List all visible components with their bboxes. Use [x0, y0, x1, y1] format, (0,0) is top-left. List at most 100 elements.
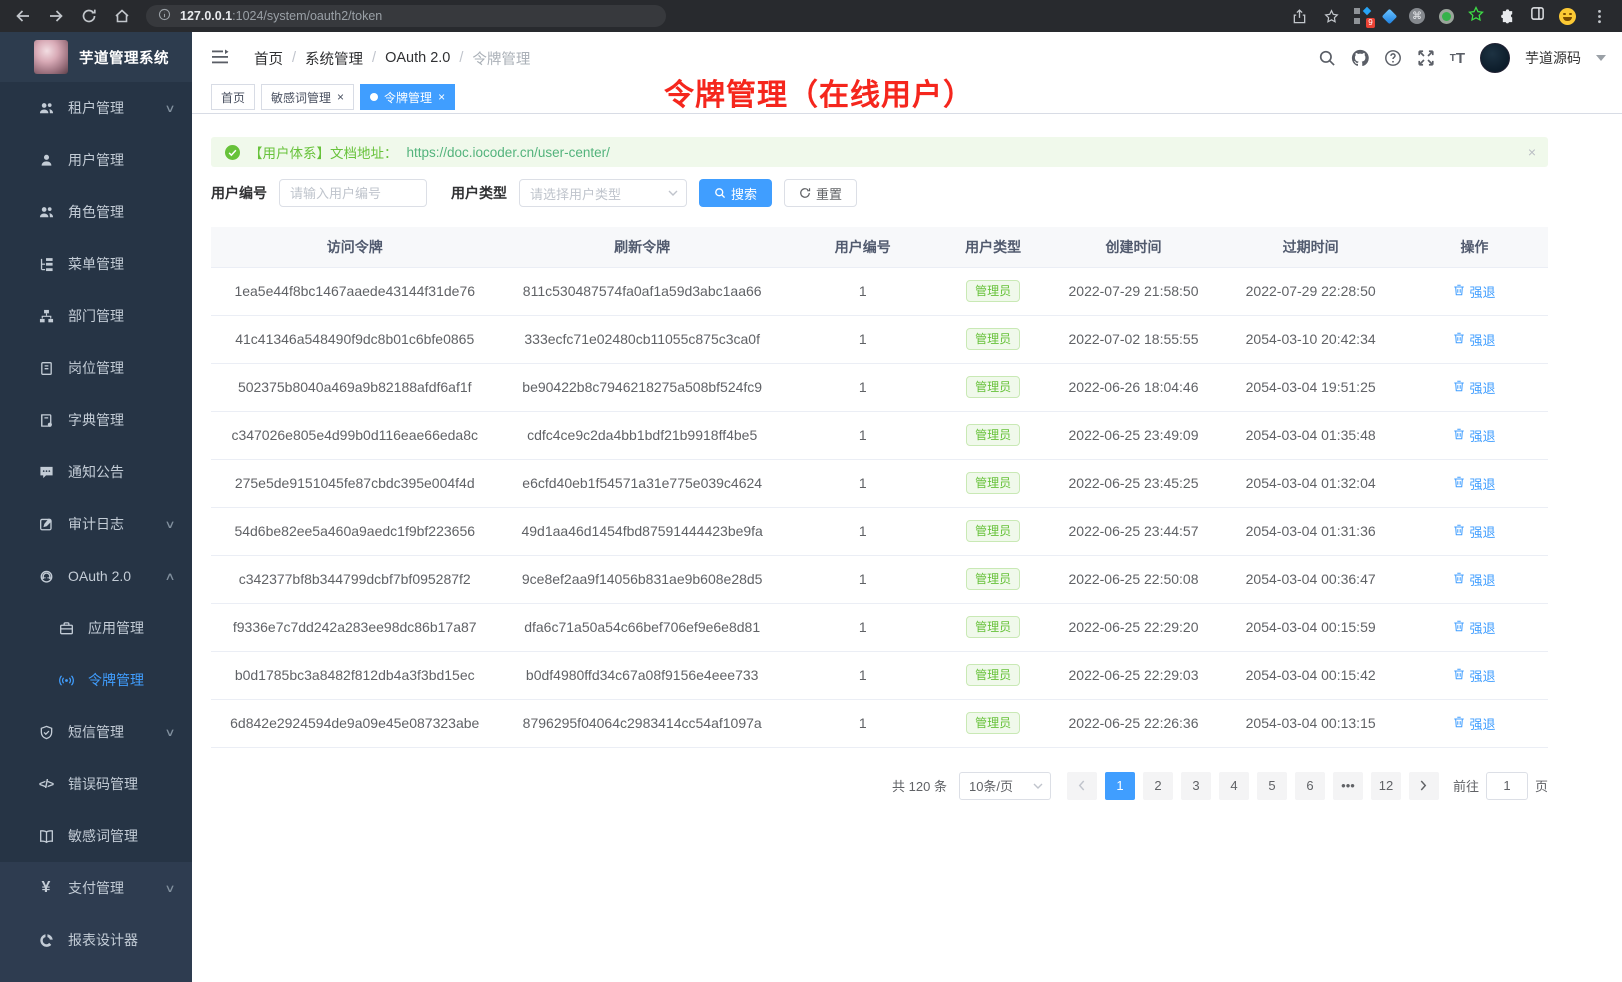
record-extension-icon[interactable]: [1439, 9, 1454, 24]
sidebar-item[interactable]: </> 错误码管理: [0, 758, 192, 810]
puzzle-extensions-icon[interactable]: [1498, 7, 1516, 25]
close-tab-icon[interactable]: ×: [337, 91, 344, 103]
sidebar-item[interactable]: 租户管理 ∨: [0, 82, 192, 134]
force-logout-link[interactable]: 强退: [1453, 522, 1495, 541]
sidebar-item[interactable]: 部门管理: [0, 290, 192, 342]
sidebar-item[interactable]: 应用管理: [0, 602, 192, 654]
diamond-extension-icon[interactable]: [1382, 8, 1398, 24]
browser-back-icon[interactable]: [14, 7, 32, 25]
page-number-button[interactable]: 6: [1295, 772, 1325, 800]
fullscreen-icon[interactable]: [1417, 49, 1435, 67]
page-tab[interactable]: 首页: [211, 84, 255, 110]
bookmark-star-icon[interactable]: [1322, 7, 1340, 25]
reset-button[interactable]: 重置: [784, 179, 857, 207]
breadcrumb-system[interactable]: 系统管理: [305, 48, 363, 69]
browser-forward-icon[interactable]: [47, 7, 65, 25]
sidebar-item[interactable]: 字典管理: [0, 394, 192, 446]
sidebar-item[interactable]: 角色管理: [0, 186, 192, 238]
page-number-button[interactable]: 4: [1219, 772, 1249, 800]
browser-reload-icon[interactable]: [80, 7, 98, 25]
force-logout-link[interactable]: 强退: [1453, 714, 1495, 733]
next-page-button[interactable]: [1409, 772, 1439, 800]
font-size-icon[interactable]: TT: [1450, 50, 1465, 67]
username[interactable]: 芋道源码: [1525, 48, 1581, 68]
page-number-button[interactable]: 3: [1181, 772, 1211, 800]
page-number-button[interactable]: 12: [1371, 772, 1401, 800]
sidebar-item[interactable]: OAuth 2.0 ∧: [0, 550, 192, 602]
sidebar-item[interactable]: 岗位管理: [0, 342, 192, 394]
page-number-button[interactable]: 1: [1105, 772, 1135, 800]
user-id-cell: 1: [786, 411, 940, 459]
page-size-select[interactable]: 10条/页: [959, 772, 1051, 800]
force-logout-link[interactable]: 强退: [1453, 282, 1495, 301]
sidebar-item[interactable]: 短信管理 ∨: [0, 706, 192, 758]
page-tab[interactable]: 敏感词管理 ×: [261, 84, 354, 110]
browser-menu-dots-icon[interactable]: [1590, 7, 1608, 25]
breadcrumb-oauth[interactable]: OAuth 2.0: [385, 50, 450, 66]
force-logout-link[interactable]: 强退: [1453, 426, 1495, 445]
user-id-input[interactable]: [279, 179, 427, 207]
sidebar-item[interactable]: 令牌管理: [0, 654, 192, 706]
force-logout-link[interactable]: 强退: [1453, 666, 1495, 685]
sidebar-item[interactable]: 用户管理: [0, 134, 192, 186]
user-avatar[interactable]: [1480, 43, 1510, 73]
caret-down-icon[interactable]: [1596, 55, 1606, 61]
refresh-token-cell: 333ecfc71e02480cb11055c875c3ca0f: [498, 315, 785, 363]
force-logout-link[interactable]: 强退: [1453, 570, 1495, 589]
sidebar-item[interactable]: 通知公告: [0, 446, 192, 498]
command-extension-icon[interactable]: ⌘: [1409, 8, 1425, 24]
page-unit-label: 页: [1535, 776, 1548, 795]
refresh-token-cell: dfa6c71a50a54c66bef706ef9e6e8d81: [498, 603, 785, 651]
user-type-badge: 管理员: [966, 280, 1020, 302]
table-row: 1ea5e44f8bc1467aaede43144f31de76 811c530…: [211, 267, 1548, 315]
sidebar-item[interactable]: 审计日志 ∨: [0, 498, 192, 550]
expire-time-cell: 2054-03-04 01:32:04: [1220, 459, 1400, 507]
logo-bar: 芋道管理系统: [0, 32, 192, 82]
user-id-cell: 1: [786, 459, 940, 507]
browser-home-icon[interactable]: [113, 7, 131, 25]
user-type-badge: 管理员: [966, 472, 1020, 494]
close-tab-icon[interactable]: ×: [438, 91, 445, 103]
page-tab[interactable]: 令牌管理 ×: [360, 84, 455, 110]
force-logout-link[interactable]: 强退: [1453, 474, 1495, 493]
goto-page-input[interactable]: [1486, 772, 1528, 800]
page-number-button[interactable]: •••: [1333, 772, 1363, 800]
user-type-select[interactable]: 请选择用户类型: [519, 179, 687, 207]
filter-bar: 用户编号 用户类型 请选择用户类型 搜索 重置: [211, 179, 1548, 207]
tab-groups-icon[interactable]: [1530, 6, 1545, 26]
site-info-icon[interactable]: [158, 8, 171, 24]
share-icon[interactable]: [1290, 7, 1308, 25]
chevron-down-icon: [1033, 783, 1043, 789]
created-time-cell: 2022-06-25 22:50:08: [1047, 555, 1221, 603]
page-number-button[interactable]: 2: [1143, 772, 1173, 800]
star-extension-icon[interactable]: [1468, 6, 1484, 27]
access-token-cell: 275e5de9151045fe87cbdc395e004f4d: [211, 459, 498, 507]
access-token-cell: c342377bf8b344799dcbf7bf095287f2: [211, 555, 498, 603]
page-number-button[interactable]: 5: [1257, 772, 1287, 800]
user-type-badge: 管理员: [966, 664, 1020, 686]
collapse-sidebar-icon[interactable]: [210, 47, 232, 69]
grid-extension-icon[interactable]: 9: [1354, 8, 1370, 24]
alert-close-icon[interactable]: ×: [1528, 144, 1536, 160]
action-cell: 强退: [1401, 555, 1548, 603]
breadcrumb-home[interactable]: 首页: [254, 48, 283, 69]
sidebar-item[interactable]: ¥ 支付管理 ∨: [0, 862, 192, 914]
sidebar-item[interactable]: 报表设计器: [0, 914, 192, 966]
trash-icon: [1453, 476, 1465, 491]
sidebar-item[interactable]: 敏感词管理: [0, 810, 192, 862]
prev-page-button[interactable]: [1067, 772, 1097, 800]
doc-link[interactable]: https://doc.iocoder.cn/user-center/: [407, 145, 610, 160]
user-type-cell: 管理员: [940, 651, 1047, 699]
github-icon[interactable]: [1351, 49, 1369, 67]
force-logout-link[interactable]: 强退: [1453, 618, 1495, 637]
refresh-token-cell: 49d1aa46d1454fbd87591444423be9fa: [498, 507, 785, 555]
expire-time-cell: 2054-03-10 20:42:34: [1220, 315, 1400, 363]
sidebar-item[interactable]: 菜单管理: [0, 238, 192, 290]
address-bar[interactable]: 127.0.0.1:1024/system/oauth2/token: [146, 5, 666, 27]
search-icon[interactable]: [1318, 49, 1336, 67]
search-button[interactable]: 搜索: [699, 179, 772, 207]
force-logout-link[interactable]: 强退: [1453, 330, 1495, 349]
profile-avatar-emoji[interactable]: [1559, 8, 1576, 25]
force-logout-link[interactable]: 强退: [1453, 378, 1495, 397]
help-icon[interactable]: [1384, 49, 1402, 67]
